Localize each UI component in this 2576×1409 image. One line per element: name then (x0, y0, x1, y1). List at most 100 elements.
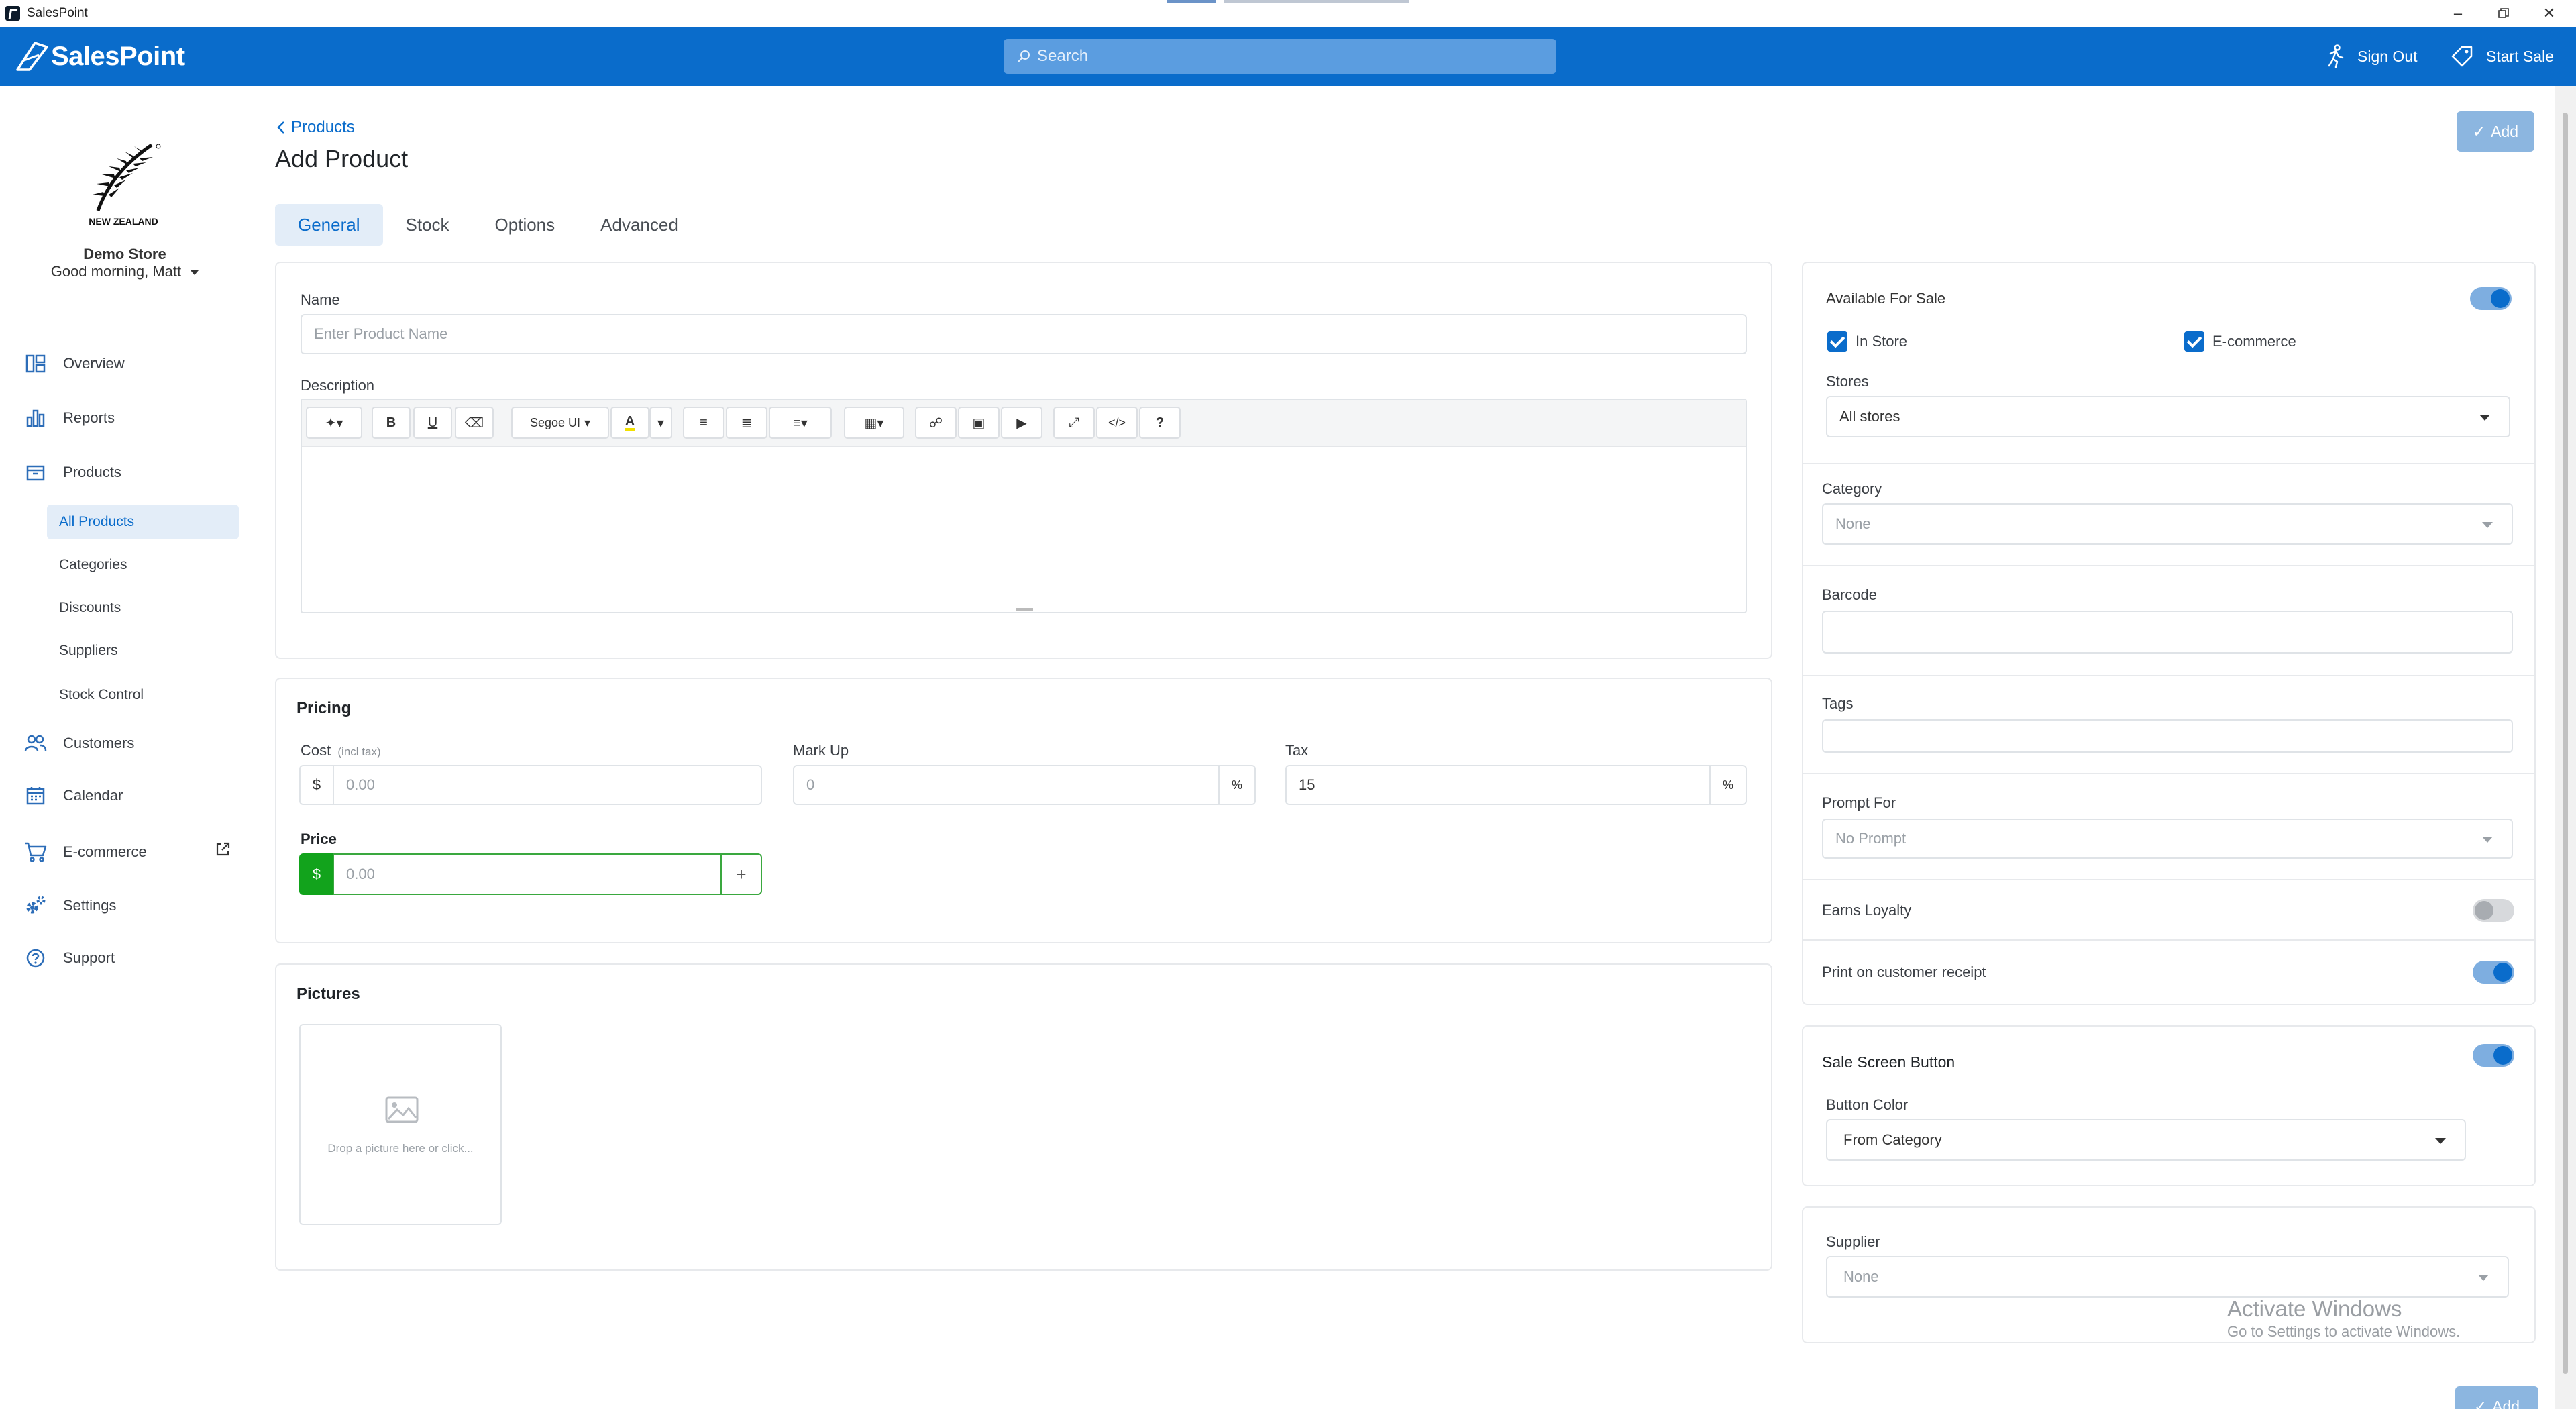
sign-out-button[interactable]: Sign Out (2324, 42, 2418, 71)
sale-screen-button-label: Sale Screen Button (1822, 1053, 1955, 1071)
supplier-select[interactable]: None (1826, 1256, 2509, 1298)
magic-style-button[interactable]: ✦▾ (306, 407, 362, 439)
underline-icon: U (427, 415, 438, 430)
tags-input[interactable] (1822, 719, 2513, 753)
stores-select[interactable]: All stores (1826, 396, 2510, 437)
barcode-input[interactable] (1822, 611, 2513, 654)
editor-content-area[interactable] (302, 447, 1746, 605)
running-person-icon (2328, 44, 2344, 68)
fullscreen-button[interactable]: ⤢ (1053, 407, 1095, 439)
page-title: Add Product (275, 145, 409, 172)
table-button[interactable]: ▦▾ (844, 407, 904, 439)
check-icon: ✓ (2472, 122, 2486, 140)
prompt-for-value: No Prompt (1835, 830, 1907, 847)
clear-format-button[interactable]: ⌫ (455, 407, 494, 439)
font-family-select[interactable]: Segoe UI ▾ (511, 407, 609, 439)
markup-input[interactable]: 0 (793, 765, 1220, 805)
paragraph-align-button[interactable]: ≡▾ (769, 407, 832, 439)
highlight-icon: A (625, 415, 635, 431)
tab-stock[interactable]: Stock (383, 204, 472, 246)
subnav-discounts-label: Discounts (59, 600, 121, 615)
tab-general[interactable]: General (275, 204, 383, 246)
page-scrollbar[interactable] (2555, 86, 2576, 1409)
add-button-top[interactable]: ✓ Add (2457, 111, 2534, 152)
bold-button[interactable]: B (372, 407, 411, 439)
nav-ecommerce-label: E-commerce (63, 843, 147, 860)
editor-resize-handle[interactable] (1016, 608, 1033, 611)
color-dropdown-button[interactable]: ▾ (649, 407, 672, 439)
nav-ecommerce[interactable]: E-commerce (24, 839, 147, 866)
stores-label: Stores (1826, 373, 1869, 390)
user-menu[interactable]: Good morning, Matt (0, 263, 250, 280)
description-editor: ✦▾ B U ⌫ Segoe UI ▾ A ▾ ≡ ≣ ≡▾ ▦▾ ☍ ▣ ▶ ⤢… (301, 399, 1747, 613)
subnav-suppliers[interactable]: Suppliers (47, 633, 239, 668)
subnav-suppliers-label: Suppliers (59, 643, 118, 658)
breadcrumb-products[interactable]: Products (276, 118, 355, 137)
code-view-button[interactable]: </> (1096, 407, 1138, 439)
nav-products[interactable]: Products (24, 459, 121, 486)
align-left-icon: ≡▾ (793, 415, 808, 431)
print-receipt-toggle[interactable] (2473, 961, 2514, 984)
price-input[interactable]: 0.00 (333, 853, 722, 895)
button-color-select[interactable]: From Category (1826, 1119, 2466, 1161)
image-button[interactable]: ▣ (958, 407, 1000, 439)
activate-windows-watermark: Activate Windows (2227, 1296, 2402, 1321)
nav-overview[interactable]: Overview (24, 350, 125, 377)
picture-dropzone[interactable]: Drop a picture here or click... (299, 1024, 502, 1225)
sidebar: NEW ZEALAND Demo Store Good morning, Mat… (0, 86, 255, 1409)
in-store-checkbox[interactable] (1827, 331, 1847, 352)
salespoint-logo[interactable]: SalesPoint (15, 40, 185, 72)
taskbar-indicator (1224, 0, 1409, 3)
subnav-stock-control-label: Stock Control (59, 687, 144, 702)
ecommerce-checkbox[interactable] (2184, 331, 2204, 352)
tax-input[interactable]: 15 (1285, 765, 1711, 805)
window-title: SalesPoint (27, 6, 88, 20)
tab-options[interactable]: Options (472, 204, 578, 246)
close-button[interactable]: ✕ (2522, 0, 2576, 27)
earns-loyalty-toggle[interactable] (2473, 899, 2514, 922)
search-input[interactable]: Search (1004, 39, 1556, 74)
highlight-color-button[interactable]: A (610, 407, 649, 439)
nav-support[interactable]: Support (24, 945, 115, 972)
divider (1803, 939, 2534, 941)
divider (1803, 773, 2534, 774)
chevron-left-icon (277, 121, 284, 134)
supplier-value: None (1843, 1268, 1879, 1285)
store-brand-logo: NEW ZEALAND (79, 141, 168, 233)
subnav-discounts[interactable]: Discounts (47, 590, 239, 625)
help-button[interactable]: ? (1139, 407, 1181, 439)
numbered-list-button[interactable]: ≣ (726, 407, 767, 439)
cost-input[interactable]: 0.00 (333, 765, 762, 805)
underline-button[interactable]: U (413, 407, 452, 439)
nav-customers[interactable]: Customers (24, 730, 134, 757)
category-select[interactable]: None (1822, 503, 2513, 545)
price-placeholder: 0.00 (346, 866, 375, 882)
external-link-icon[interactable] (215, 841, 231, 861)
nav-reports[interactable]: Reports (24, 405, 115, 431)
nav-calendar[interactable]: Calendar (24, 782, 123, 809)
subnav-all-products[interactable]: All Products (47, 505, 239, 539)
link-button[interactable]: ☍ (915, 407, 957, 439)
name-label: Name (301, 291, 340, 308)
users-icon (24, 732, 47, 755)
product-name-input[interactable]: Enter Product Name (301, 314, 1747, 354)
bullet-list-button[interactable]: ≡ (683, 407, 724, 439)
breadcrumb-label: Products (291, 118, 355, 136)
subnav-stock-control[interactable]: Stock Control (47, 678, 239, 713)
subnav-categories[interactable]: Categories (47, 547, 239, 582)
prompt-for-select[interactable]: No Prompt (1822, 819, 2513, 859)
category-value: None (1835, 515, 1871, 532)
add-button-bottom[interactable]: ✓ Add (2455, 1386, 2538, 1409)
sale-screen-button-toggle[interactable] (2473, 1044, 2514, 1067)
tab-advanced[interactable]: Advanced (578, 204, 701, 246)
nav-settings[interactable]: Settings (24, 892, 117, 919)
start-sale-button[interactable]: Start Sale (2450, 42, 2554, 71)
available-for-sale-toggle[interactable] (2470, 287, 2512, 310)
sign-out-label: Sign Out (2357, 47, 2418, 65)
stores-value: All stores (1839, 408, 1900, 425)
price-add-button[interactable]: + (720, 853, 762, 895)
cost-hint: (incl tax) (337, 745, 381, 758)
scrollbar-thumb[interactable] (2563, 113, 2568, 1374)
tab-options-label: Options (494, 214, 555, 235)
video-button[interactable]: ▶ (1001, 407, 1042, 439)
